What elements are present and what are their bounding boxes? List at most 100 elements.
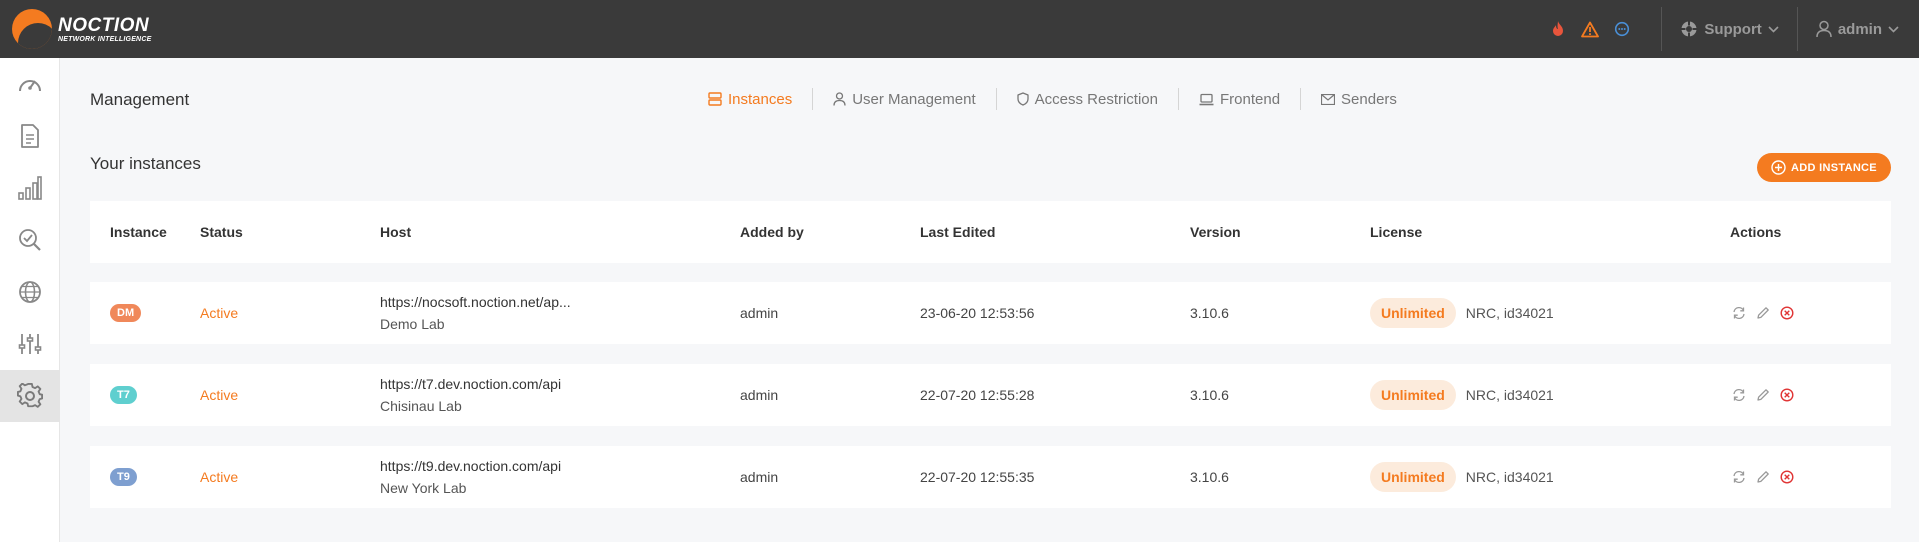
tab-instances[interactable]: Instances	[708, 88, 812, 110]
user-icon	[1816, 20, 1832, 38]
version: 3.10.6	[1190, 305, 1229, 321]
column-header-actions: Actions	[1730, 224, 1782, 240]
server-icon	[708, 92, 722, 106]
edit-icon[interactable]	[1755, 305, 1771, 321]
sidebar-item-reports[interactable]	[0, 110, 60, 162]
brand-name: NOCTION	[58, 14, 150, 36]
user-icon	[833, 92, 846, 106]
plus-circle-icon	[1771, 160, 1786, 175]
tab-access-restriction[interactable]: Access Restriction	[995, 88, 1178, 110]
support-menu[interactable]: Support	[1680, 20, 1779, 38]
last-edited: 23-06-20 12:53:56	[920, 305, 1035, 321]
license-badge: Unlimited	[1370, 462, 1456, 492]
topbar-divider	[1796, 7, 1798, 51]
host-name: Chisinau Lab	[380, 398, 462, 414]
user-label: admin	[1837, 20, 1882, 38]
sidebar-item-statistics[interactable]	[0, 162, 60, 214]
speedometer-icon	[19, 80, 41, 92]
page-title: Management	[90, 90, 190, 109]
sliders-icon	[18, 334, 42, 354]
license-detail: NRC, id34021	[1465, 387, 1554, 403]
add-instance-button[interactable]: ADD INSTANCE	[1757, 153, 1891, 182]
column-header-instance[interactable]: Instance	[110, 201, 167, 263]
flame-icon[interactable]	[1547, 18, 1569, 40]
chevron-down-icon	[1768, 25, 1779, 33]
warning-icon[interactable]	[1579, 18, 1601, 40]
license-badge: Unlimited	[1370, 298, 1456, 328]
user-menu[interactable]: admin	[1816, 20, 1899, 38]
chevron-down-icon	[1888, 25, 1899, 33]
management-tabs: Instances User Management Access Restric…	[708, 88, 1417, 110]
topbar-divider	[1661, 7, 1663, 51]
refresh-icon[interactable]	[1731, 387, 1747, 403]
license-detail: NRC, id34021	[1465, 305, 1554, 321]
top-bar: NOCTION NETWORK INTELLIGENCE Support adm…	[0, 0, 1919, 58]
table-row[interactable]: T9 Active https://t9.dev.noction.com/api…	[90, 446, 1891, 508]
document-icon	[21, 124, 39, 148]
instance-badge: DM	[110, 304, 142, 322]
table-header: Instance Status Host Added by Last Edite…	[90, 201, 1891, 263]
globe-icon	[19, 281, 41, 303]
status-text: Active	[200, 469, 239, 485]
host-url[interactable]: https://t7.dev.noction.com/api	[380, 376, 561, 392]
tab-instances-label: Instances	[728, 90, 793, 108]
tab-user-management[interactable]: User Management	[812, 88, 995, 110]
added-by: admin	[740, 387, 779, 403]
edit-icon[interactable]	[1755, 387, 1771, 403]
host-url[interactable]: https://nocsoft.noction.net/ap...	[380, 294, 571, 310]
tab-senders[interactable]: Senders	[1300, 88, 1417, 110]
support-label: Support	[1704, 20, 1762, 38]
refresh-icon[interactable]	[1731, 305, 1747, 321]
refresh-icon[interactable]	[1731, 469, 1747, 485]
status-text: Active	[200, 305, 239, 321]
delete-icon[interactable]	[1779, 469, 1795, 485]
tab-frontend[interactable]: Frontend	[1178, 88, 1300, 110]
delete-icon[interactable]	[1779, 387, 1795, 403]
license-detail: NRC, id34021	[1465, 469, 1554, 485]
table-row[interactable]: DM Active https://nocsoft.noction.net/ap…	[90, 282, 1891, 344]
added-by: admin	[740, 305, 779, 321]
column-header-last-edited[interactable]: Last Edited	[920, 201, 995, 263]
host-url[interactable]: https://t9.dev.noction.com/api	[380, 458, 561, 474]
logo-mark-icon	[12, 9, 52, 49]
license-badge: Unlimited	[1370, 380, 1456, 410]
table-row[interactable]: T7 Active https://t7.dev.noction.com/api…	[90, 364, 1891, 426]
magnifier-check-icon	[19, 229, 41, 251]
logo[interactable]: NOCTION NETWORK INTELLIGENCE	[12, 0, 151, 58]
column-header-host[interactable]: Host	[380, 201, 411, 263]
column-header-status[interactable]: Status	[200, 201, 243, 263]
column-header-version[interactable]: Version	[1190, 201, 1241, 263]
laptop-icon	[1199, 93, 1214, 105]
sidebar-item-settings[interactable]	[0, 318, 60, 370]
tab-user-management-label: User Management	[852, 90, 976, 108]
gear-icon	[17, 383, 43, 408]
sidebar-item-analysis[interactable]	[0, 214, 60, 266]
sidebar-item-dashboard[interactable]	[0, 58, 60, 110]
instance-badge: T9	[110, 468, 137, 486]
lifebuoy-icon	[1681, 21, 1697, 37]
status-text: Active	[200, 387, 239, 403]
brand-tagline: NETWORK INTELLIGENCE	[58, 35, 152, 43]
column-header-added-by[interactable]: Added by	[740, 201, 804, 263]
delete-icon[interactable]	[1779, 305, 1795, 321]
host-name: New York Lab	[380, 480, 467, 496]
bar-chart-icon	[18, 176, 42, 200]
envelope-icon	[1321, 93, 1336, 105]
instance-badge: T7	[110, 386, 137, 404]
main-content: Management Instances User Management Acc…	[60, 58, 1919, 542]
section-title: Your instances	[90, 154, 201, 173]
version: 3.10.6	[1190, 387, 1229, 403]
added-by: admin	[740, 469, 779, 485]
tab-frontend-label: Frontend	[1220, 90, 1281, 108]
chat-icon[interactable]	[1611, 18, 1633, 40]
tab-senders-label: Senders	[1341, 90, 1397, 108]
last-edited: 22-07-20 12:55:35	[920, 469, 1035, 485]
host-name: Demo Lab	[380, 316, 445, 332]
sidebar-item-management[interactable]	[0, 370, 60, 422]
sidebar-item-network[interactable]	[0, 266, 60, 318]
sidebar	[0, 58, 60, 542]
shield-icon	[1016, 92, 1029, 106]
column-header-license[interactable]: License	[1370, 201, 1422, 263]
add-instance-label: ADD INSTANCE	[1791, 161, 1877, 174]
edit-icon[interactable]	[1755, 469, 1771, 485]
